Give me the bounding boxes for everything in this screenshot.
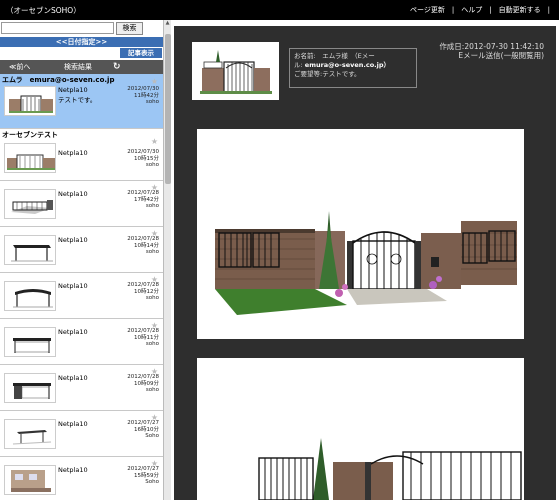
search-input[interactable] — [1, 22, 114, 34]
list-item-meta: 2012/07/27 16時10分 Soho — [127, 420, 159, 439]
menu-help[interactable]: ヘルプ — [461, 5, 482, 15]
customer-email-line: ル: emura@o-seven.co.jp） — [294, 61, 391, 69]
list-item[interactable]: ★ Netpla10 2012/07/28 10時11分 soho — [0, 319, 163, 365]
star-icon[interactable]: ★ — [151, 137, 158, 146]
list-item[interactable]: オーセブンテスト ★ Netpla10 2012/07/30 10時15分 soho — [0, 129, 163, 181]
customer-request: ご要望等:テストです。 — [294, 70, 361, 78]
customer-email[interactable]: emura@o-seven.co.jp） — [305, 61, 390, 69]
top-bar: （オーセブンSOHO） ページ更新 | ヘルプ | 自動更新する | — [0, 0, 559, 20]
list-item-product: Netpla10 — [58, 190, 88, 198]
list-item-product: Netpla10 — [58, 86, 88, 94]
list-item-product: Netpla10 — [58, 282, 88, 290]
customer-name: お名前: エムラ様 （Eメー — [294, 52, 375, 60]
menu-refresh-page[interactable]: ページ更新 — [410, 5, 445, 15]
prev-page-link[interactable]: ≪前へ — [9, 60, 30, 74]
scroll-up-icon[interactable]: ▲ — [164, 20, 171, 30]
list-item-product: Netpla10 — [58, 466, 88, 474]
menu-auto-refresh[interactable]: 自動更新する — [499, 5, 541, 15]
list-scrollbar[interactable]: ▲ — [163, 20, 171, 500]
render-image-1[interactable] — [197, 129, 524, 339]
nav-bar: ≪前へ 検索結果 ↻ — [0, 60, 163, 74]
list-item-meta: 2012/07/28 10時14分 soho — [127, 236, 159, 255]
created-info: 作成日:2012-07-30 11:42:10 Eメール送信(一般閲覧用) — [439, 42, 544, 60]
app-title: （オーセブンSOHO） — [6, 6, 81, 15]
list-item-group: エムラ emura@o-seven.co.jp — [2, 76, 115, 84]
thumbnail-image — [4, 235, 56, 265]
detail-panel: お名前: エムラ様 （Eメー ル: emura@o-seven.co.jp） ご… — [174, 26, 556, 500]
result-label: 検索結果 — [64, 63, 92, 71]
thumbnail-image — [4, 86, 56, 116]
star-icon[interactable]: ★ — [151, 77, 158, 86]
list-item-product: Netpla10 — [58, 374, 88, 382]
list-item[interactable]: ★ Netpla10 2012/07/28 17時42分 soho — [0, 181, 163, 227]
list-item-product: Netpla10 — [58, 328, 88, 336]
list-item-meta: 2012/07/28 10時09分 soho — [127, 374, 159, 393]
list-item[interactable]: ★ Netpla10 2012/07/27 15時59分 Soho — [0, 457, 163, 500]
render-image-2[interactable] — [197, 358, 524, 500]
thumbnail-image — [4, 419, 56, 449]
thumbnail-image — [4, 327, 56, 357]
preview-thumbnail[interactable] — [192, 42, 279, 100]
search-button[interactable]: 検索 — [116, 22, 143, 35]
list-item-meta: 2012/07/28 10時12分 soho — [127, 282, 159, 301]
list-item[interactable]: ★ Netpla10 2012/07/28 10時14分 soho — [0, 227, 163, 273]
list-item-product: Netpla10 — [58, 149, 88, 157]
list-item-product: Netpla10 — [58, 420, 88, 428]
list-item[interactable]: ★ Netpla10 2012/07/28 10時12分 soho — [0, 273, 163, 319]
list-item[interactable]: エムラ emura@o-seven.co.jp ★ Netpla10 テストです… — [0, 74, 163, 129]
list-item-meta: 2012/07/30 11時42分 soho — [127, 86, 159, 105]
thumbnail-image — [4, 189, 56, 219]
list-item[interactable]: ★ Netpla10 2012/07/27 16時10分 Soho — [0, 411, 163, 457]
thumbnail-image — [4, 373, 56, 403]
list-item-product: Netpla10 — [58, 236, 88, 244]
refresh-icon[interactable]: ↻ — [113, 60, 121, 74]
list-item-meta: 2012/07/28 10時11分 soho — [127, 328, 159, 347]
top-menu: ページ更新 | ヘルプ | 自動更新する | — [410, 5, 550, 15]
thumbnail-image — [4, 281, 56, 311]
list-item-meta: 2012/07/30 10時15分 soho — [127, 149, 159, 168]
list-item-memo: テストです。 — [58, 96, 97, 104]
detail-pane: お名前: エムラ様 （Eメー ル: emura@o-seven.co.jp） ご… — [171, 20, 559, 500]
created-date: 作成日:2012-07-30 11:42:10 — [439, 42, 544, 51]
list-item-group: オーセブンテスト — [2, 131, 58, 139]
thumbnail-image — [4, 143, 56, 173]
date-filter-link[interactable]: <<日付指定>> — [0, 37, 163, 47]
info-box: お名前: エムラ様 （Eメー ル: emura@o-seven.co.jp） ご… — [189, 42, 544, 110]
send-email-link[interactable]: Eメール送信(一般閲覧用) — [439, 51, 544, 60]
list-item-meta: 2012/07/27 15時59分 Soho — [127, 466, 159, 485]
list-item[interactable]: ★ Netpla10 2012/07/28 10時09分 soho — [0, 365, 163, 411]
list-item-meta: 2012/07/28 17時42分 soho — [127, 190, 159, 209]
show-notes-button[interactable]: 記事表示 — [120, 48, 162, 58]
thumbnail-image — [4, 465, 56, 495]
result-list: エムラ emura@o-seven.co.jp ★ Netpla10 テストです… — [0, 74, 163, 500]
sidebar: 検索 <<日付指定>> 記事表示 ≪前へ 検索結果 ↻ エムラ emura@o-… — [0, 20, 171, 500]
customer-info: お名前: エムラ様 （Eメー ル: emura@o-seven.co.jp） ご… — [289, 48, 417, 88]
